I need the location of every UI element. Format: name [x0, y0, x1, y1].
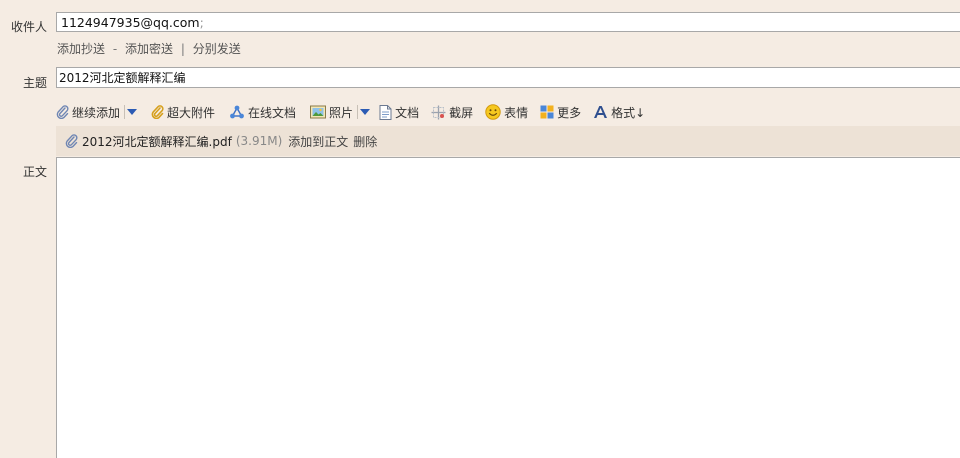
cloud-share-icon	[230, 105, 244, 119]
photo-dropdown[interactable]	[360, 109, 371, 115]
screenshot-button[interactable]: 截屏	[431, 104, 473, 121]
add-cc-link[interactable]: 添加抄送	[57, 42, 105, 56]
cc-dash: -	[112, 42, 118, 56]
caret-down-icon	[127, 109, 138, 115]
photo-icon	[310, 105, 327, 119]
subject-field[interactable]: 2012河北定额解释汇编	[56, 67, 960, 88]
continue-add-label: 继续添加	[72, 105, 121, 120]
format-button[interactable]: 格式↓	[593, 104, 645, 121]
emoji-button[interactable]: 表情	[485, 104, 528, 121]
document-icon	[379, 104, 392, 120]
separate-send-link[interactable]: 分别发送	[193, 42, 241, 56]
photo-button[interactable]: 照片	[310, 104, 353, 121]
to-field[interactable]: 1124947935@qq.com;	[56, 12, 960, 32]
large-attachment-button[interactable]: 超大附件	[151, 104, 215, 121]
delete-attachment-link[interactable]: 删除	[353, 133, 377, 150]
cc-pipe: |	[180, 42, 185, 56]
attachment-bar: 2012河北定额解释汇编.pdf (3.91M) 添加到正文 删除	[56, 126, 960, 156]
more-button[interactable]: 更多	[540, 104, 581, 121]
text-format-icon	[594, 106, 608, 118]
paperclip-icon	[65, 134, 78, 148]
large-attachment-icon	[151, 105, 164, 119]
to-separator: ;	[199, 15, 204, 30]
more-label: 更多	[557, 105, 582, 120]
online-doc-button[interactable]: 在线文档	[229, 104, 296, 121]
body-label: 正文	[22, 165, 47, 179]
continue-add-dropdown[interactable]	[127, 109, 138, 115]
to-recipient[interactable]: 1124947935@qq.com	[61, 15, 200, 30]
caret-down-icon	[360, 109, 371, 115]
add-bcc-link[interactable]: 添加密送	[125, 42, 173, 56]
toolbar-divider	[357, 105, 359, 119]
to-label: 收件人	[10, 20, 47, 34]
online-doc-label: 在线文档	[248, 105, 297, 120]
body-editor[interactable]	[56, 157, 960, 458]
document-label: 文档	[395, 105, 420, 120]
screenshot-label: 截屏	[449, 105, 474, 120]
smiley-icon	[485, 104, 501, 120]
large-attachment-label: 超大附件	[167, 105, 216, 120]
add-to-body-link[interactable]: 添加到正文	[288, 133, 348, 150]
attachment-file-size: (3.91M)	[235, 134, 283, 148]
scissors-icon	[431, 105, 446, 119]
emoji-label: 表情	[504, 105, 529, 120]
toolbar-divider	[124, 105, 126, 119]
subject-label: 主题	[22, 76, 47, 90]
continue-add-button[interactable]: 继续添加	[56, 104, 120, 121]
photo-label: 照片	[329, 105, 354, 120]
format-label: 格式↓	[611, 105, 646, 120]
paperclip-icon	[56, 105, 69, 119]
document-button[interactable]: 文档	[379, 104, 419, 121]
cc-links: 添加抄送 - 添加密送 | 分别发送	[57, 40, 241, 57]
compose-toolbar: 继续添加 超大附件 在线文档 照片 文档 截屏 表情 更多 格式↓	[56, 101, 645, 123]
apps-grid-icon	[540, 105, 554, 119]
attachment-file-name: 2012河北定额解释汇编.pdf	[82, 134, 232, 149]
